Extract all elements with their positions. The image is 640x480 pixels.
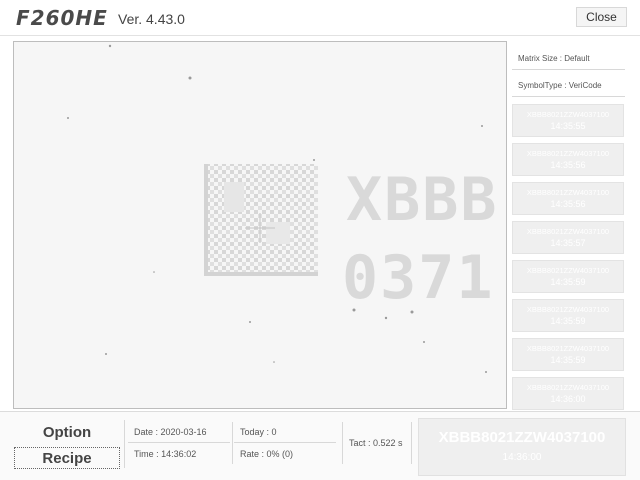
version-label: Ver. 4.43.0	[118, 11, 185, 27]
tact-time: Tact : 0.522 s	[342, 422, 412, 464]
history-code: XBBB8021ZZW4037100	[526, 266, 610, 275]
marked-text-line1: XBBB	[346, 165, 499, 235]
title-bar: F260HE Ver. 4.43.0 Close	[0, 0, 640, 36]
history-time: 14:35:56	[550, 160, 586, 170]
history-item[interactable]: XBBB8021ZZW4037100 14:36:00	[512, 377, 624, 410]
history-item[interactable]: XBBB8021ZZW4037100 14:35:57	[512, 221, 624, 254]
matrix-size-label: Matrix Size : Default	[512, 48, 625, 70]
option-button[interactable]: Option	[14, 420, 120, 444]
symbol-type-label: SymbolType : VeriCode	[512, 75, 625, 97]
history-time: 14:35:59	[550, 316, 586, 326]
today-count: Today : 0	[234, 422, 336, 443]
history-item[interactable]: XBBB8021ZZW4037100 14:35:56	[512, 182, 624, 215]
history-code: XBBB8021ZZW4037100	[526, 383, 610, 392]
history-code: XBBB8021ZZW4037100	[526, 227, 610, 236]
camera-image: XBBB 0371	[67, 44, 499, 373]
rate-readout: Rate : 0% (0)	[240, 448, 294, 459]
divider	[232, 422, 233, 464]
data-matrix-code	[204, 164, 318, 276]
bottom-status-bar: Option Recipe Date : 2020-03-16 Time : 1…	[0, 411, 640, 480]
history-item[interactable]: XBBB8021ZZW4037100 14:35:56	[512, 143, 624, 176]
history-time: 14:35:59	[550, 277, 586, 287]
close-button[interactable]: Close	[576, 7, 627, 27]
history-item[interactable]: XBBB8021ZZW4037100 14:35:55	[512, 104, 624, 137]
history-code: XBBB8021ZZW4037100	[526, 149, 610, 158]
history-time: 14:35:59	[550, 355, 586, 365]
history-time: 14:35:56	[550, 199, 586, 209]
history-code: XBBB8021ZZW4037100	[526, 344, 610, 353]
marked-text-line2: 0371	[342, 243, 495, 313]
camera-view[interactable]: XBBB 0371	[13, 41, 507, 409]
current-result: XBBB8021ZZW4037100 14:36:00	[418, 418, 626, 476]
result-time: 14:36:00	[502, 452, 542, 463]
history-time: 14:36:00	[550, 394, 586, 404]
date-readout: Date : 2020-03-16	[128, 422, 230, 443]
history-code: XBBB8021ZZW4037100	[526, 188, 610, 197]
history-item[interactable]: XBBB8021ZZW4037100 14:35:59	[512, 338, 624, 371]
result-code: XBBB8021ZZW4037100	[438, 429, 606, 446]
recipe-button[interactable]: Recipe	[14, 447, 120, 469]
side-panel: Matrix Size : Default SymbolType : VeriC…	[512, 48, 626, 416]
history-item[interactable]: XBBB8021ZZW4037100 14:35:59	[512, 260, 624, 293]
history-time: 14:35:55	[550, 121, 586, 131]
time-readout: Time : 14:36:02	[134, 448, 197, 459]
history-item[interactable]: XBBB8021ZZW4037100 14:35:59	[512, 299, 624, 332]
history-code: XBBB8021ZZW4037100	[526, 110, 610, 119]
app-logo: F260HE	[16, 6, 108, 30]
history-time: 14:35:57	[550, 238, 586, 248]
divider	[124, 420, 125, 468]
history-code: XBBB8021ZZW4037100	[526, 305, 610, 314]
